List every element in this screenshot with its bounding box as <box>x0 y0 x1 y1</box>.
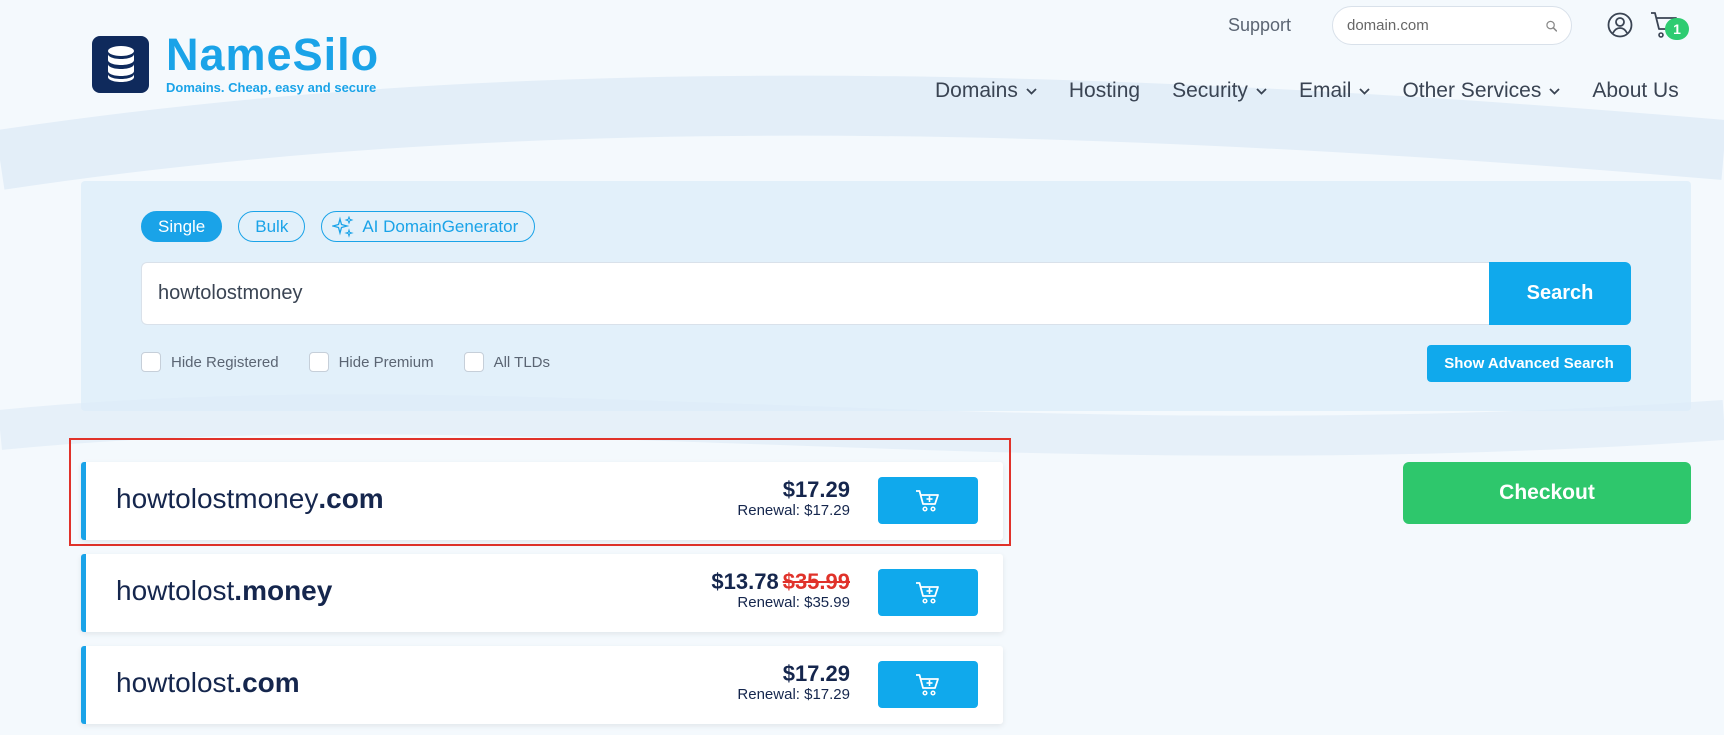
nav-email[interactable]: Email <box>1299 79 1371 103</box>
result-row: howtolost.com $17.29 Renewal: $17.29 <box>81 646 1003 724</box>
renewal-price: Renewal: $17.29 <box>737 686 850 703</box>
search-icon[interactable] <box>1546 17 1557 35</box>
chevron-down-icon <box>1359 87 1371 95</box>
brand-tagline: Domains. Cheap, easy and secure <box>166 80 377 95</box>
database-logo-icon <box>92 35 149 93</box>
add-to-cart-button[interactable] <box>878 477 978 524</box>
domain-price: $13.78 $35.99 <box>711 569 850 594</box>
original-price: $35.99 <box>782 569 850 594</box>
sparkle-icon <box>332 215 355 238</box>
add-to-cart-icon <box>916 673 939 696</box>
add-to-cart-icon <box>916 489 939 512</box>
result-row: howtolost.money $13.78 $35.99 Renewal: $3… <box>81 554 1003 632</box>
show-advanced-search-button[interactable]: Show Advanced Search <box>1427 345 1631 382</box>
nav-other-services[interactable]: Other Services <box>1402 79 1560 103</box>
header-search-input[interactable] <box>1347 17 1546 34</box>
user-account-icon[interactable] <box>1607 12 1633 38</box>
domain-price: $17.29 <box>782 661 850 686</box>
tab-ai-domain-generator[interactable]: AI DomainGenerator <box>321 211 536 242</box>
price-block: $13.78 $35.99 Renewal: $35.99 <box>711 569 850 612</box>
result-row: howtolostmoney.com $17.29 Renewal: $17.2… <box>81 462 1003 540</box>
hide-registered-checkbox[interactable] <box>141 352 161 372</box>
nav-hosting[interactable]: Hosting <box>1069 79 1140 103</box>
brand-name: NameSilo <box>166 29 380 80</box>
domain-name: howtolostmoney.com <box>116 483 384 514</box>
domain-name: howtolost.money <box>116 575 333 606</box>
tab-single[interactable]: Single <box>141 211 223 242</box>
filter-all-tlds[interactable]: All TLDs <box>463 352 550 372</box>
price-block: $17.29 Renewal: $17.29 <box>737 477 850 520</box>
search-filters: Hide Registered Hide Premium All TLDs <box>141 352 580 372</box>
hide-premium-checkbox[interactable] <box>308 352 329 372</box>
add-to-cart-button[interactable] <box>878 661 978 708</box>
nav-about-us[interactable]: About Us <box>1592 79 1678 103</box>
checkout-button[interactable]: Checkout <box>1403 462 1691 524</box>
domain-search-input[interactable] <box>141 262 1489 325</box>
renewal-price: Renewal: $17.29 <box>737 502 850 519</box>
brand-logo[interactable]: NameSilo Domains. Cheap, easy and secure <box>92 29 380 95</box>
nav-domains[interactable]: Domains <box>935 79 1037 103</box>
search-button[interactable]: Search <box>1489 262 1631 325</box>
chevron-down-icon <box>1026 87 1037 95</box>
add-to-cart-icon <box>916 581 939 604</box>
filter-hide-registered[interactable]: Hide Registered <box>141 352 279 372</box>
domain-name: howtolost.com <box>116 667 300 698</box>
chevron-down-icon <box>1549 87 1560 95</box>
search-mode-tabs: Single Bulk AI DomainGenerator <box>141 211 551 242</box>
chevron-down-icon <box>1256 87 1267 95</box>
main-nav: Domains Hosting Security Email Other Ser… <box>935 79 1679 103</box>
price-block: $17.29 Renewal: $17.29 <box>737 661 850 704</box>
domain-price: $17.29 <box>782 477 850 502</box>
tab-bulk[interactable]: Bulk <box>238 211 306 242</box>
support-link[interactable]: Support <box>1228 15 1291 36</box>
add-to-cart-button[interactable] <box>878 569 978 616</box>
renewal-price: Renewal: $35.99 <box>737 594 850 611</box>
header-search-box[interactable] <box>1332 6 1572 45</box>
filter-hide-premium[interactable]: Hide Premium <box>308 352 434 372</box>
nav-security[interactable]: Security <box>1172 79 1267 103</box>
cart-count-badge[interactable]: 1 <box>1665 18 1689 40</box>
all-tlds-checkbox[interactable] <box>463 352 484 372</box>
